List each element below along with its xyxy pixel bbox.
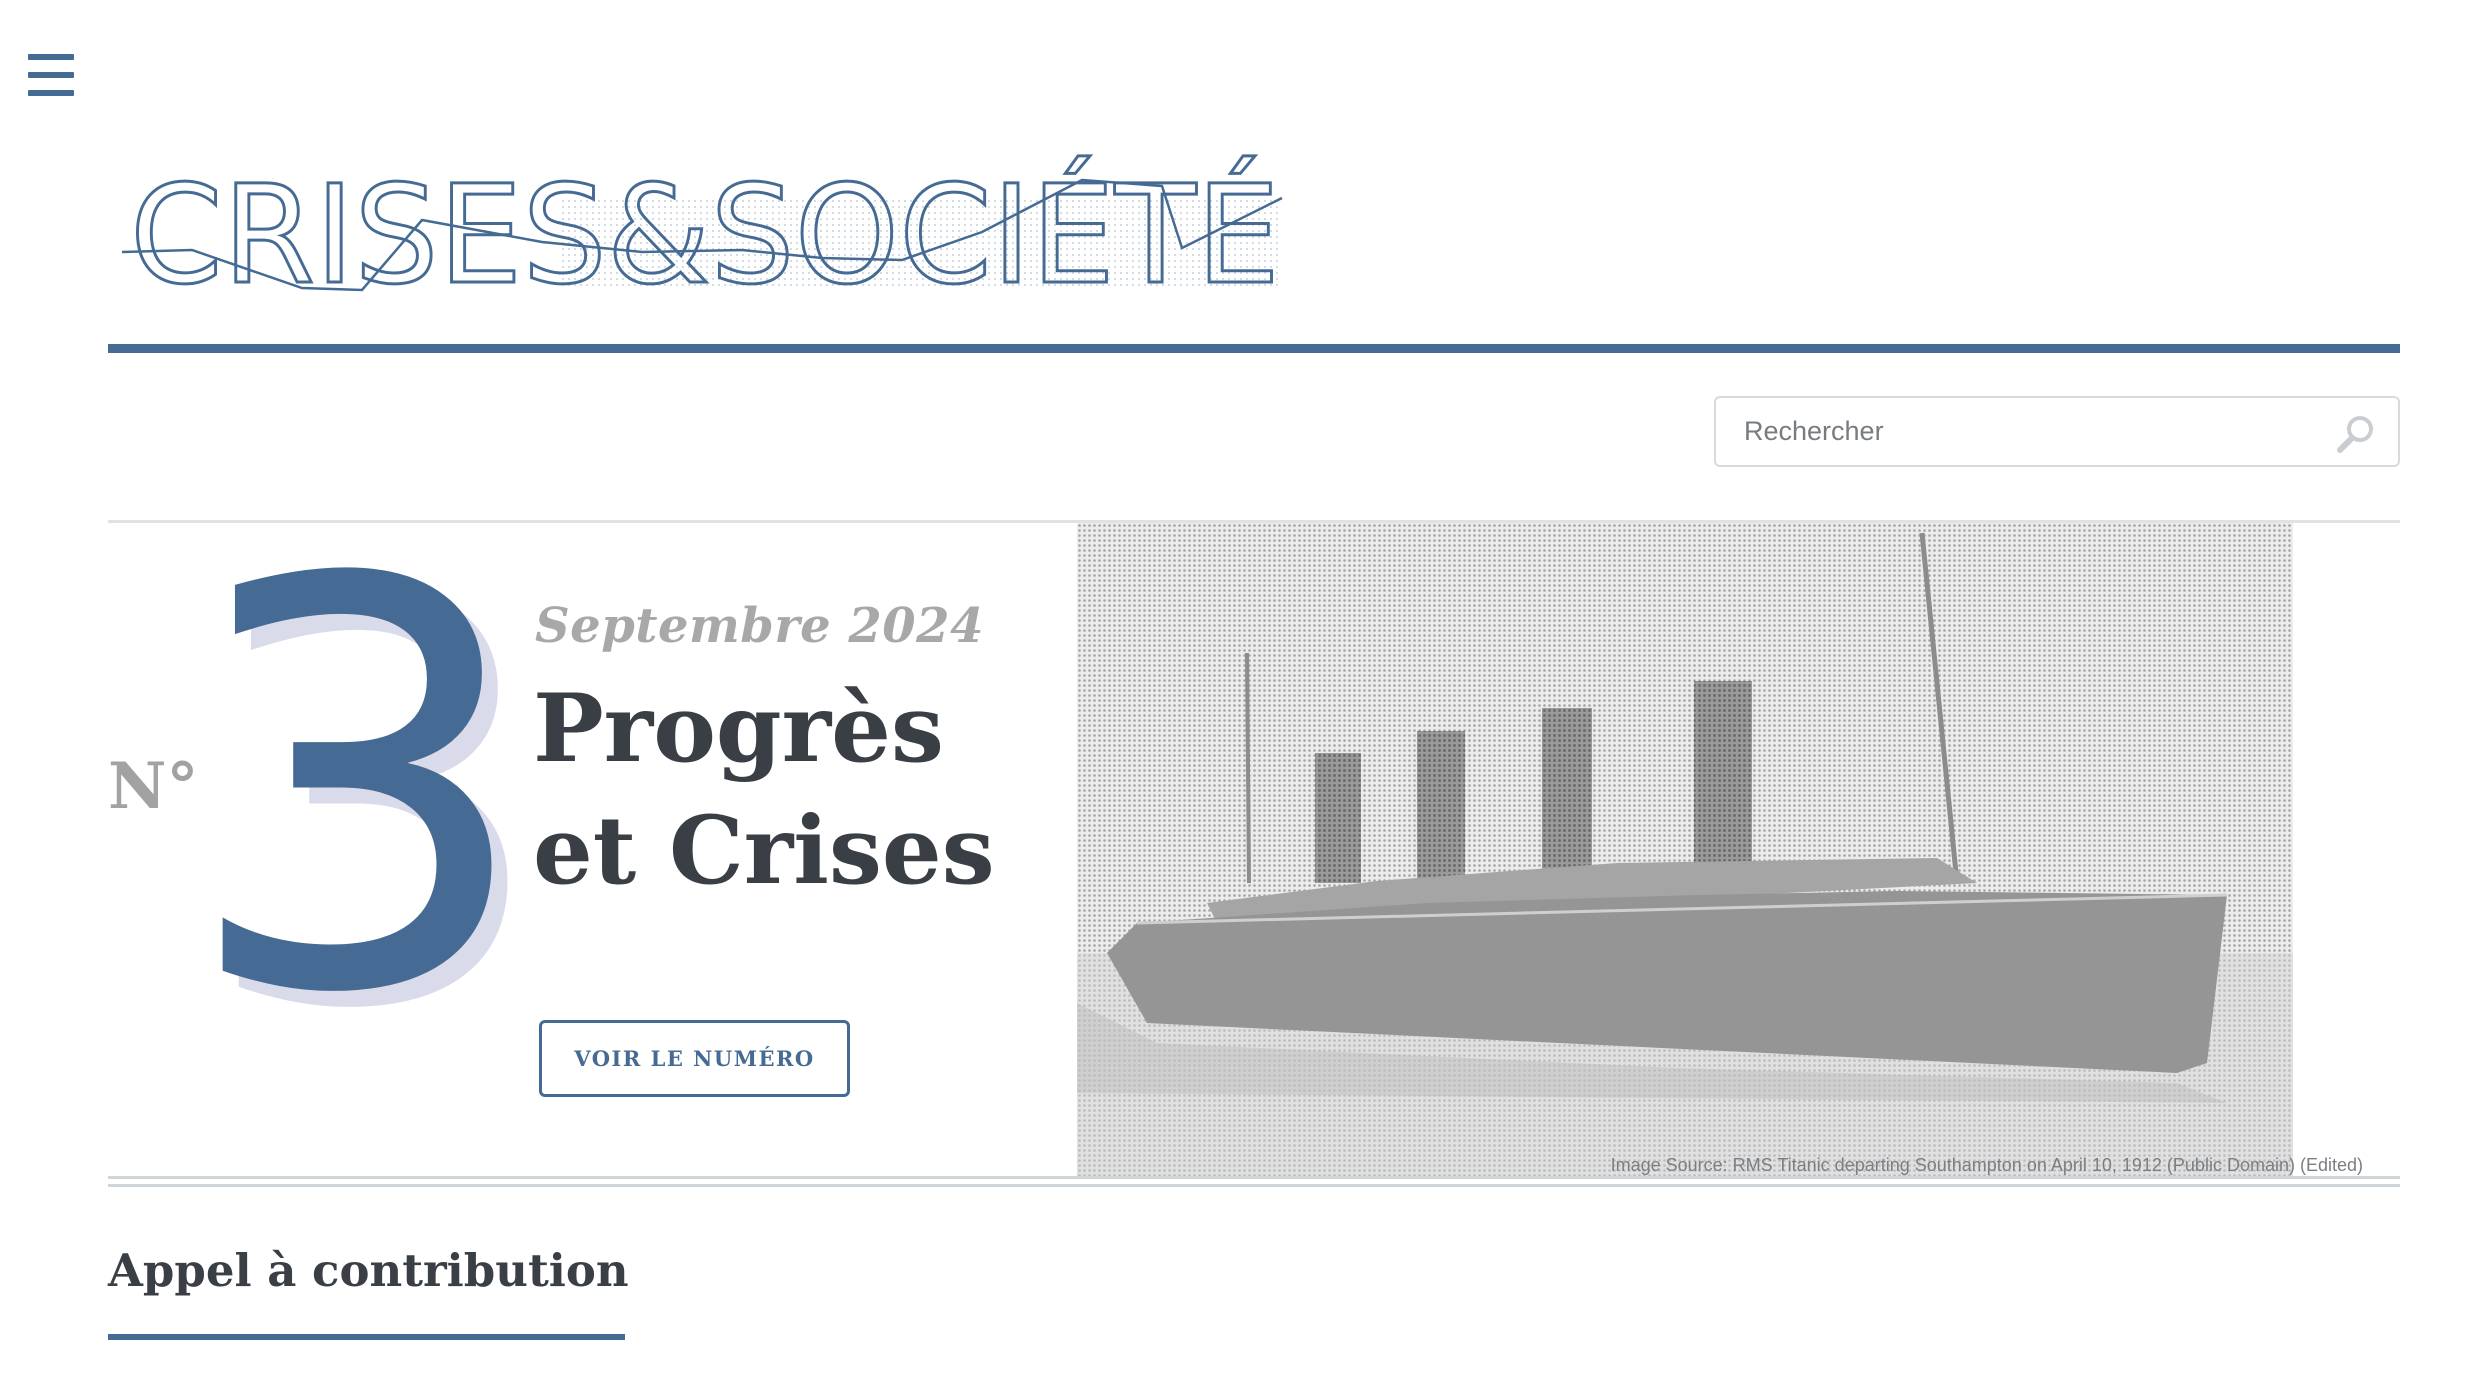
logo-text: CRISES&SOCIÉTÉ	[130, 156, 1280, 315]
svg-text:3: 3	[180, 464, 536, 1116]
image-caption: Image Source: RMS Titanic departing Sout…	[1610, 1155, 2363, 1175]
view-issue-button[interactable]: VOIR LE NUMÉRO	[539, 1020, 850, 1097]
search-icon[interactable]	[2334, 412, 2378, 456]
menu-bar	[28, 90, 74, 96]
hero-bottom-divider	[108, 1176, 2400, 1179]
issue-number: 3 3	[168, 464, 552, 1132]
menu-bar	[28, 72, 74, 78]
issue-date: Septembre 2024	[535, 598, 984, 654]
featured-issue: N° 3 3 Septembre 2024 Progrès et Crises …	[108, 464, 2400, 1178]
section-underline	[108, 1334, 625, 1340]
titanic-image	[1077, 523, 2293, 1178]
issue-title-line: Progrès	[533, 674, 944, 784]
hero-bottom-divider	[108, 1184, 2400, 1187]
section-title: Appel à contribution	[108, 1244, 629, 1297]
menu-bar	[28, 54, 74, 60]
issue-title-line: et Crises	[533, 796, 995, 906]
site-logo[interactable]: CRISES&SOCIÉTÉ	[121, 150, 1283, 317]
issue-title: Progrès et Crises	[533, 668, 995, 912]
hamburger-menu-icon[interactable]	[28, 54, 74, 96]
search-input[interactable]	[1716, 398, 2316, 465]
search-bar[interactable]	[1714, 396, 2400, 467]
header-divider	[108, 344, 2400, 353]
